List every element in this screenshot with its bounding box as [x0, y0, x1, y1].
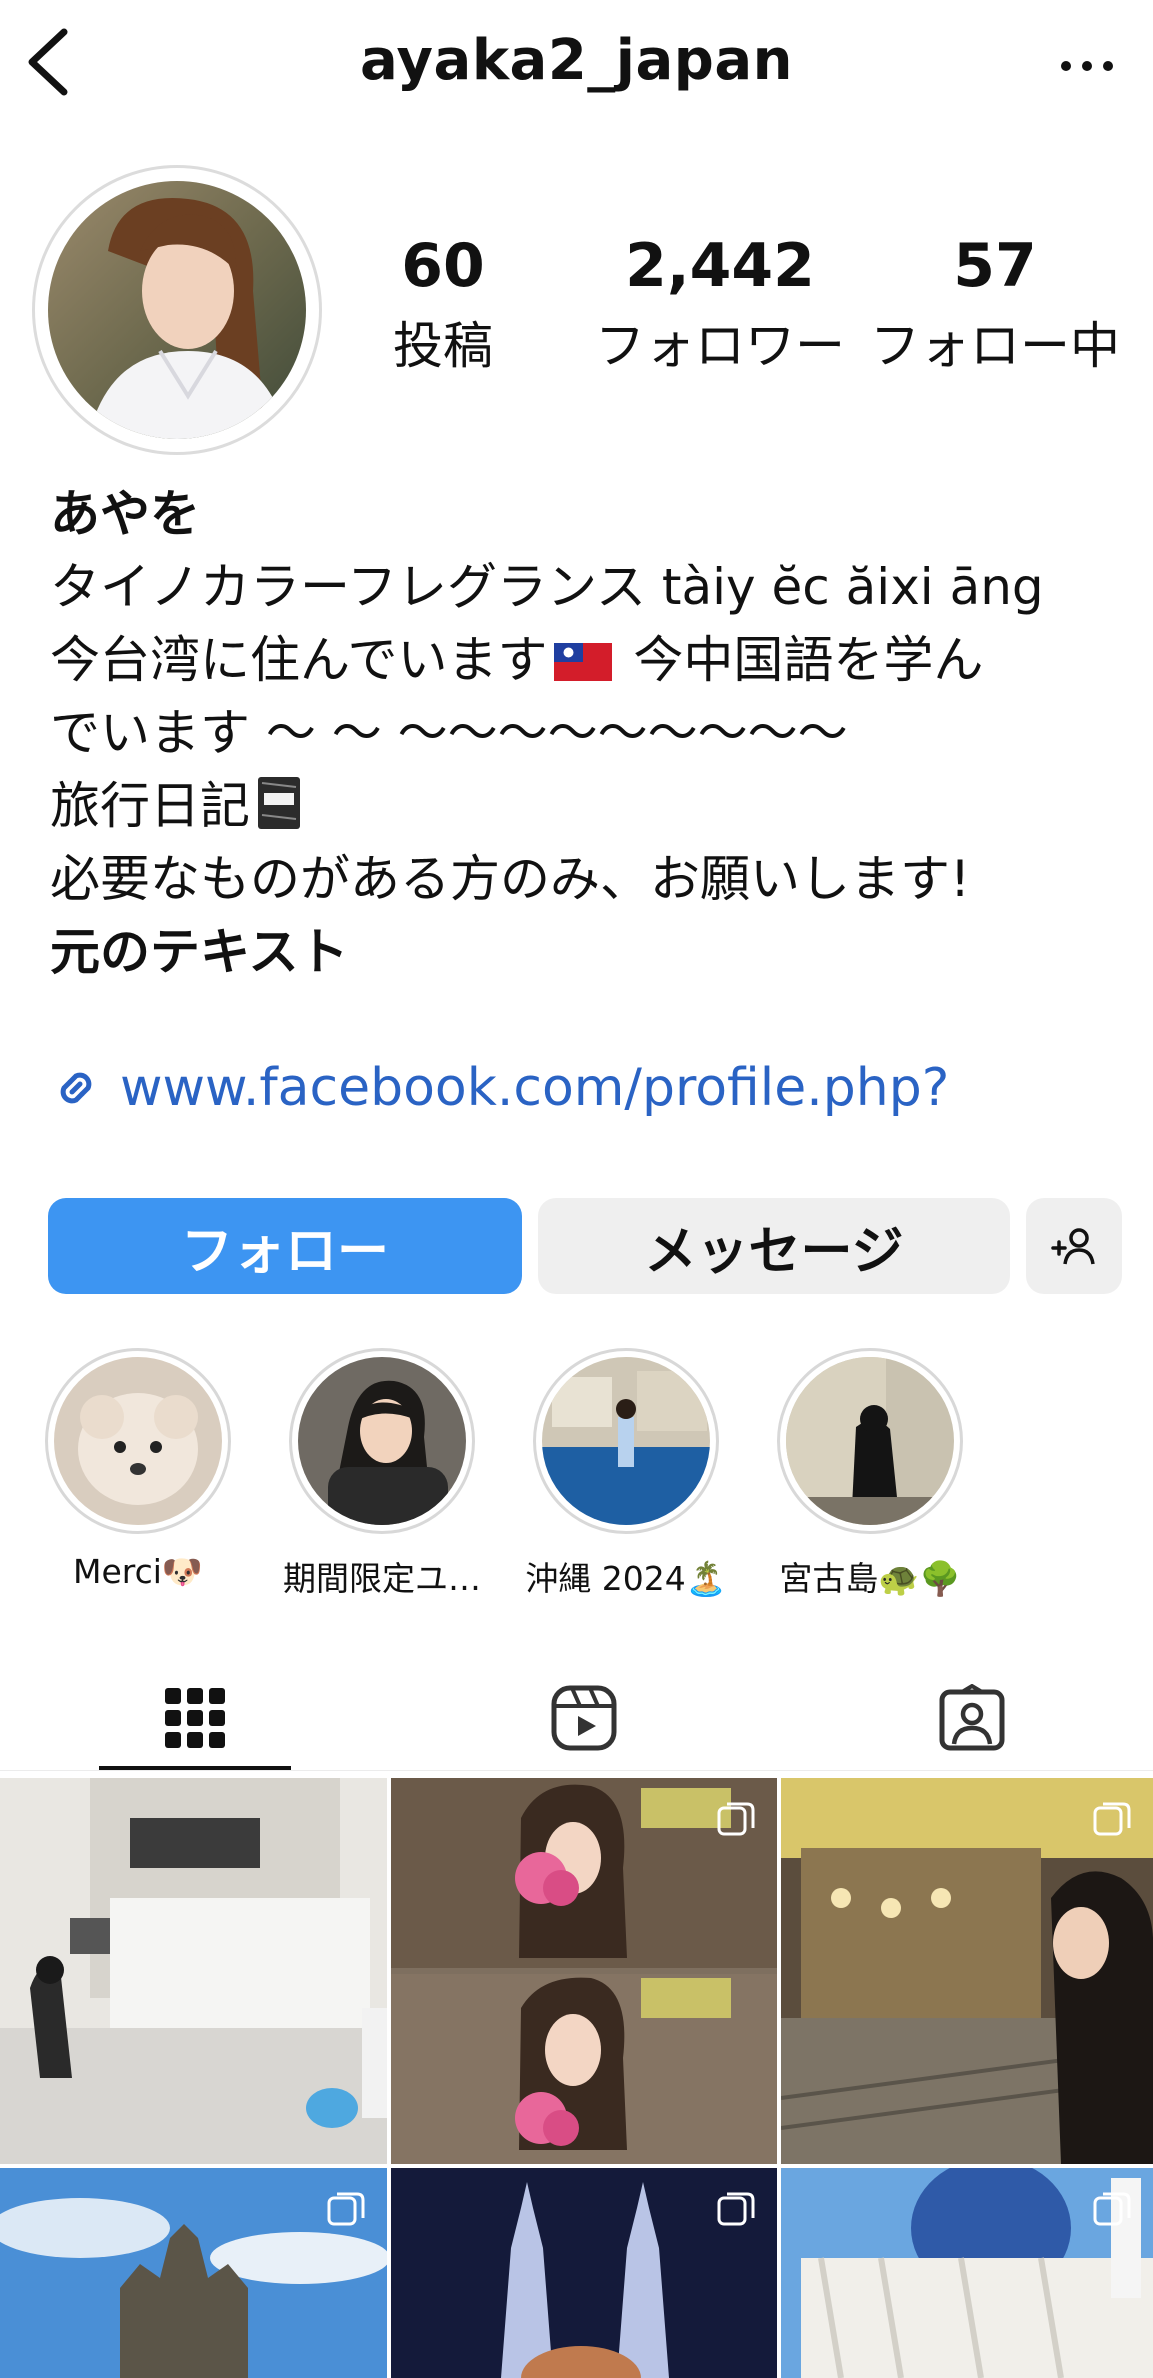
followers-value: 2,442 — [625, 231, 815, 301]
followers-count[interactable]: 2,442 フォロワー — [590, 236, 850, 378]
highlight-item[interactable]: 期間限定ユ… — [262, 1348, 502, 1600]
highlight-cover — [298, 1357, 466, 1525]
followers-label: フォロワー — [595, 317, 845, 375]
suggest-users-button[interactable] — [1026, 1198, 1122, 1294]
tagged-icon — [939, 1684, 1005, 1751]
carousel-icon — [717, 1802, 755, 1836]
highlight-label: Merci🐶 — [72, 1552, 204, 1591]
post-thumbnail[interactable] — [0, 1778, 387, 2164]
tab-tagged[interactable] — [780, 1668, 1153, 1768]
bio-line: 必要なものがある方のみ、お願いします! — [50, 850, 971, 908]
divider — [0, 1770, 1153, 1771]
profile-bio: あやを タイノカラーフレグランス tàiy ĕc ăixi āng 今台湾に住ん… — [50, 478, 1130, 989]
highlight-label: 期間限定ユ… — [283, 1559, 481, 1598]
highlight-cover — [54, 1357, 222, 1525]
translate-link[interactable]: 元のテキスト — [50, 916, 1130, 989]
posts-count[interactable]: 60 投稿 — [368, 236, 518, 378]
highlight-item[interactable]: 宮古島🐢🌳 — [750, 1348, 990, 1600]
bio-line: 旅行日記 — [50, 770, 1130, 843]
bio-text: 旅行日記 — [50, 777, 250, 835]
highlight-cover — [542, 1357, 710, 1525]
carousel-icon — [717, 2192, 755, 2226]
profile-avatar[interactable] — [48, 181, 306, 439]
profile-username: ayaka2_japan — [359, 28, 794, 93]
bio-text: 今中国語を学ん — [633, 631, 984, 689]
post-thumbnail[interactable] — [391, 2168, 777, 2378]
more-options-button[interactable] — [1052, 30, 1122, 90]
follow-button[interactable]: フォロー — [48, 1198, 522, 1294]
more-icon — [1061, 61, 1113, 71]
link-icon — [60, 1072, 92, 1104]
post-thumbnail[interactable] — [781, 1778, 1153, 2164]
carousel-icon — [1093, 1802, 1131, 1836]
link-text: www.facebook.com/profile.php? — [120, 1058, 950, 1118]
highlight-ring — [533, 1348, 719, 1534]
posts-label: 投稿 — [393, 317, 493, 375]
bio-line: でいます ～ ～ ～～～～～～～～～ — [50, 704, 848, 762]
highlight-label: 宮古島🐢🌳 — [779, 1559, 961, 1598]
highlight-ring — [777, 1348, 963, 1534]
display-name: あやを — [50, 485, 200, 543]
post-thumbnail[interactable] — [391, 1778, 777, 2164]
notebook-icon — [256, 775, 302, 831]
following-count[interactable]: 57 フォロー中 — [870, 236, 1120, 378]
grid-icon — [165, 1688, 225, 1748]
following-value: 57 — [953, 231, 1037, 301]
carousel-icon — [1093, 2192, 1131, 2226]
tab-posts[interactable] — [3, 1668, 387, 1768]
post-thumbnail[interactable] — [0, 2168, 387, 2378]
external-link[interactable]: www.facebook.com/profile.php? — [50, 1058, 949, 1118]
taiwan-flag-icon — [553, 628, 612, 681]
add-person-icon — [1051, 1228, 1095, 1265]
highlight-cover — [786, 1357, 954, 1525]
highlight-label: 沖縄 2024🏝️ — [525, 1559, 727, 1598]
highlight-ring — [289, 1348, 475, 1534]
carousel-icon — [327, 2192, 365, 2226]
bio-text: 今台湾に住んでいます — [50, 631, 548, 689]
highlight-item[interactable]: 沖縄 2024🏝️ — [506, 1348, 746, 1600]
bio-line: タイノカラーフレグランス tàiy ĕc ăixi āng — [50, 558, 1044, 616]
following-label: フォロー中 — [870, 317, 1120, 375]
reels-icon — [551, 1685, 617, 1751]
highlight-ring — [45, 1348, 231, 1534]
tab-reels[interactable] — [392, 1668, 776, 1768]
message-button[interactable]: メッセージ — [538, 1198, 1010, 1294]
posts-value: 60 — [401, 231, 485, 301]
post-thumbnail[interactable] — [781, 2168, 1153, 2378]
highlight-item[interactable]: Merci🐶 — [18, 1348, 258, 1592]
bio-line: 今台湾に住んでいます 今中国語を学ん — [50, 624, 1130, 697]
